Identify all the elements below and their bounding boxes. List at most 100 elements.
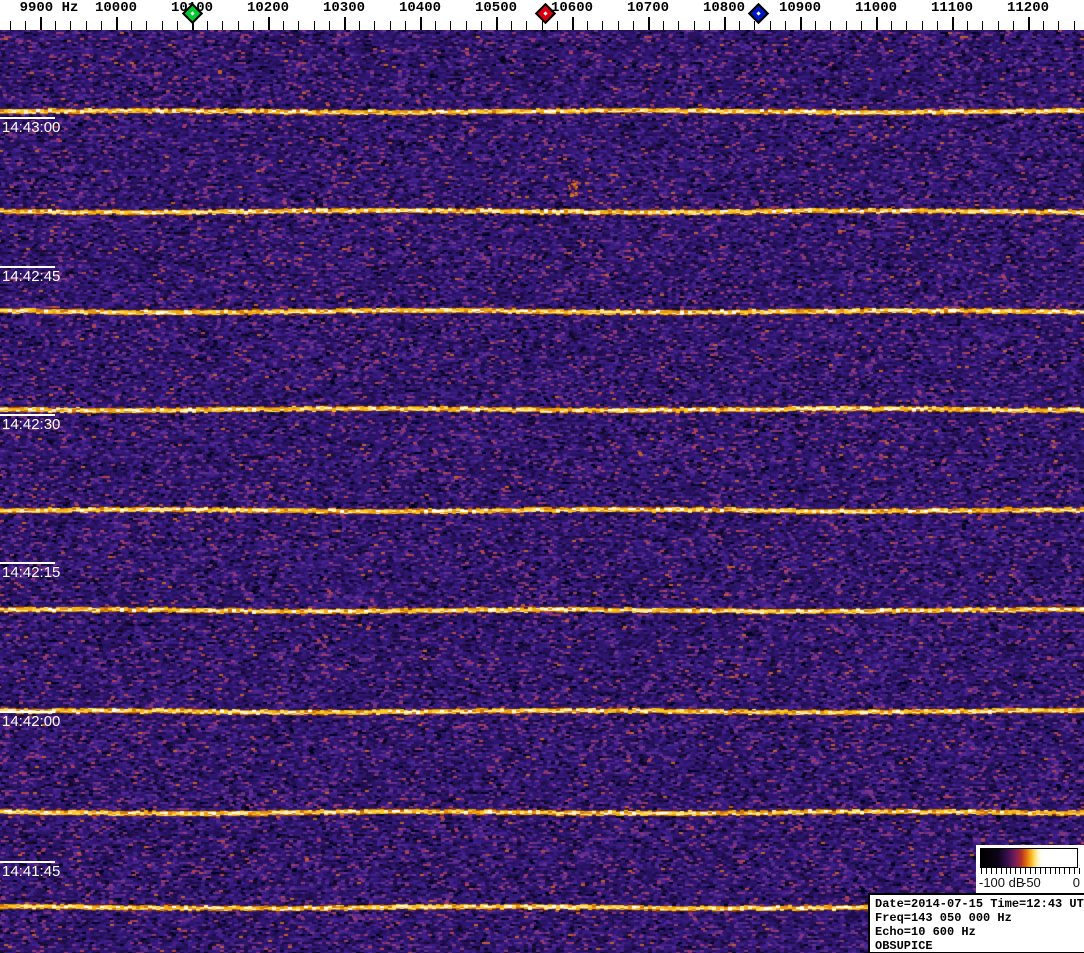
- frequency-tick: [693, 21, 695, 30]
- frequency-tick: [450, 21, 452, 30]
- frequency-label: 10500: [474, 0, 518, 16]
- frequency-tick: [237, 21, 239, 30]
- info-echo-frequency: Echo=10 600 Hz: [875, 925, 976, 939]
- frequency-tick: [298, 21, 300, 30]
- time-label-text: 14:42:00: [2, 713, 61, 730]
- frequency-tick: [100, 21, 102, 30]
- frequency-label: 11100: [930, 0, 974, 16]
- info-box: Date=2014-07-15 Time=12:43 UTC Freq=143 …: [868, 893, 1084, 953]
- frequency-tick: [1043, 21, 1045, 30]
- time-label: 14:42:30: [0, 414, 61, 433]
- frequency-tick: [967, 21, 969, 30]
- frequency-tick: [9, 21, 11, 30]
- frequency-tick: [1012, 21, 1014, 30]
- time-label: 14:42:15: [0, 562, 61, 581]
- frequency-tick: [587, 21, 589, 30]
- frequency-tick: [268, 17, 270, 30]
- frequency-tick: [207, 21, 209, 30]
- info-date-time: Date=2014-07-15 Time=12:43 UTC: [875, 897, 1084, 911]
- time-label: 14:43:00: [0, 117, 61, 136]
- frequency-tick: [648, 17, 650, 30]
- frequency-tick: [116, 17, 118, 30]
- colorbar-legend: -100 dB -50 0: [976, 845, 1084, 893]
- frequency-tick: [374, 21, 376, 30]
- frequency-label: 10200: [246, 0, 290, 16]
- marker-center-dot: [756, 11, 761, 16]
- frequency-tick: [708, 21, 710, 30]
- spectrogram-window: 9900 Hz100001010010200103001040010500106…: [0, 0, 1084, 953]
- frequency-tick: [769, 21, 771, 30]
- colorbar-label-mid: -50: [1022, 875, 1041, 890]
- frequency-tick: [252, 21, 254, 30]
- time-label: 14:42:45: [0, 266, 61, 285]
- frequency-tick: [24, 21, 26, 30]
- blue-marker[interactable]: [748, 2, 770, 25]
- time-label-text: 14:41:45: [2, 863, 61, 880]
- frequency-tick: [176, 21, 178, 30]
- frequency-label: 10700: [626, 0, 670, 16]
- spectrogram-canvas: [0, 30, 1084, 953]
- time-label-text: 14:43:00: [2, 119, 61, 136]
- frequency-ruler: 9900 Hz100001010010200103001040010500106…: [0, 0, 1084, 30]
- frequency-tick: [906, 21, 908, 30]
- frequency-tick: [1028, 17, 1030, 30]
- frequency-tick: [359, 21, 361, 30]
- frequency-label: 10400: [398, 0, 442, 16]
- frequency-label: 10800: [702, 0, 746, 16]
- frequency-tick: [936, 21, 938, 30]
- frequency-tick: [496, 17, 498, 30]
- frequency-tick: [313, 21, 315, 30]
- frequency-tick: [860, 21, 862, 30]
- frequency-tick: [617, 21, 619, 30]
- frequency-tick: [876, 17, 878, 30]
- frequency-tick: [830, 21, 832, 30]
- frequency-tick: [511, 21, 513, 30]
- frequency-tick: [800, 17, 802, 30]
- frequency-label: 9900 Hz: [19, 0, 79, 16]
- frequency-label: 10300: [322, 0, 366, 16]
- frequency-tick: [997, 21, 999, 30]
- frequency-tick: [40, 17, 42, 30]
- info-station-name: OBSUPICE: [875, 939, 933, 953]
- frequency-tick: [784, 21, 786, 30]
- time-label-text: 14:42:30: [2, 416, 61, 433]
- frequency-tick: [344, 17, 346, 30]
- frequency-tick: [541, 21, 543, 30]
- frequency-tick: [85, 21, 87, 30]
- frequency-label: 10900: [778, 0, 822, 16]
- frequency-tick: [328, 21, 330, 30]
- frequency-tick: [404, 21, 406, 30]
- frequency-tick: [982, 21, 984, 30]
- frequency-tick: [724, 17, 726, 30]
- frequency-tick: [480, 21, 482, 30]
- frequency-tick: [146, 21, 148, 30]
- frequency-tick: [952, 17, 954, 30]
- frequency-tick: [70, 21, 72, 30]
- frequency-tick: [891, 21, 893, 30]
- frequency-tick: [389, 21, 391, 30]
- colorbar-ticks: [981, 868, 1080, 874]
- frequency-tick: [845, 21, 847, 30]
- frequency-tick: [556, 21, 558, 30]
- time-label-text: 14:42:15: [2, 564, 61, 581]
- frequency-label: 11200: [1006, 0, 1050, 16]
- frequency-tick: [131, 21, 133, 30]
- time-label-text: 14:42:45: [2, 268, 61, 285]
- colorbar-gradient: [980, 848, 1078, 868]
- frequency-tick: [420, 17, 422, 30]
- frequency-tick: [815, 21, 817, 30]
- colorbar-labels: -100 dB -50 0: [976, 875, 1084, 891]
- frequency-tick: [754, 21, 756, 30]
- frequency-tick: [921, 21, 923, 30]
- frequency-tick: [161, 21, 163, 30]
- frequency-tick: [632, 21, 634, 30]
- frequency-label: 11000: [854, 0, 898, 16]
- frequency-label: 10600: [550, 0, 594, 16]
- frequency-tick: [602, 21, 604, 30]
- frequency-tick: [1073, 21, 1075, 30]
- time-label: 14:41:45: [0, 861, 61, 880]
- frequency-tick: [435, 21, 437, 30]
- frequency-tick: [663, 21, 665, 30]
- time-label: 14:42:00: [0, 711, 61, 730]
- frequency-label: 10000: [94, 0, 138, 16]
